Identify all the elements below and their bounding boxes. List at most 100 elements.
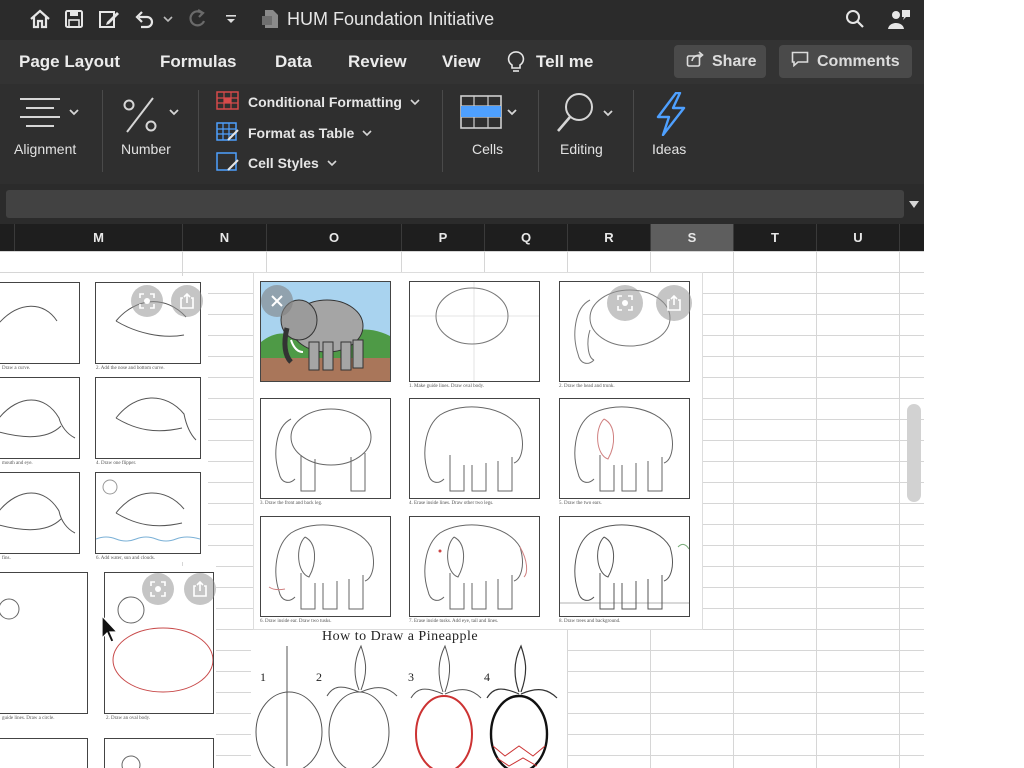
image-lens-button[interactable] [131, 285, 163, 317]
comments-button[interactable]: Comments [779, 45, 912, 78]
customize-toolbar-icon[interactable] [220, 6, 242, 32]
tab-formulas[interactable]: Formulas [160, 52, 237, 72]
elephant-caption: 5. Draw the two ears. [559, 501, 602, 506]
cell-styles-button[interactable]: Cell Styles [216, 151, 337, 174]
elephant-caption: 7. Erase inside tusks. Add eye, tail and… [409, 619, 499, 624]
column-header-o[interactable]: O [266, 224, 401, 251]
oval-caption: guide lines. Draw a circle. [2, 716, 55, 721]
dolphin-step-frame [0, 377, 80, 459]
dolphin-step-frame [0, 472, 80, 554]
pineapple-title: How to Draw a Pineapple [322, 629, 479, 644]
ribbon-divider [102, 90, 103, 172]
lightning-ideas-icon[interactable] [654, 91, 688, 141]
excel-window: HUM Foundation Initiative Page Layout Fo… [0, 0, 924, 768]
conditional-formatting-icon [216, 90, 240, 114]
percent-icon[interactable] [121, 96, 183, 139]
tell-me-search[interactable]: Tell me [536, 52, 593, 72]
column-header-m[interactable]: M [14, 224, 182, 251]
cells-icon[interactable] [460, 92, 524, 137]
save-icon[interactable] [61, 6, 87, 32]
home-icon[interactable] [27, 6, 53, 32]
chevron-down-icon [410, 99, 420, 106]
elephant-caption: 3. Draw the front and back leg. [260, 501, 323, 506]
column-header-u[interactable]: U [816, 224, 899, 251]
dolphin-caption: 6. Add water, sun and clouds. [96, 556, 155, 561]
dolphin-caption: 4. Draw one flipper. [96, 461, 137, 466]
elephant-step-frame [409, 398, 540, 499]
dolphin-caption: fins. [2, 556, 11, 561]
document-title: HUM Foundation Initiative [287, 9, 495, 29]
pineapple-step-number: 4 [484, 670, 490, 684]
tab-data[interactable]: Data [275, 52, 312, 72]
image-share-button[interactable] [656, 285, 692, 321]
share-button[interactable]: Share [674, 45, 766, 78]
ribbon-divider [198, 90, 199, 172]
app-root: HUM Foundation Initiative Page Layout Fo… [0, 0, 1024, 768]
tab-review[interactable]: Review [348, 52, 407, 72]
grid-line [733, 251, 734, 768]
column-header-partial[interactable] [899, 224, 924, 251]
tab-view[interactable]: View [442, 52, 480, 72]
elephant-step-frame [559, 398, 690, 499]
alignment-icon[interactable] [20, 96, 84, 135]
ribbon-divider [633, 90, 634, 172]
oval-step-frame [0, 738, 88, 768]
column-header-r[interactable]: R [567, 224, 650, 251]
column-header-partial[interactable] [0, 224, 14, 251]
format-as-table-icon [216, 121, 240, 145]
ribbon-divider [442, 90, 443, 172]
search-icon[interactable] [842, 6, 868, 32]
column-header-s[interactable]: S [650, 224, 733, 251]
title-bar: HUM Foundation Initiative [0, 0, 924, 40]
formula-input[interactable] [6, 190, 904, 218]
dolphin-caption: mouth and eye. [2, 461, 33, 466]
edit-document-icon[interactable] [96, 6, 122, 32]
comment-bubble-icon [791, 51, 809, 72]
undo-icon[interactable] [131, 6, 157, 32]
dolphin-step-frame [95, 377, 201, 459]
elephant-step-frame [260, 398, 391, 499]
tab-page-layout[interactable]: Page Layout [19, 52, 120, 72]
editing-label: Editing [560, 141, 603, 157]
share-person-icon[interactable] [886, 6, 912, 32]
oval-step-frame [104, 738, 214, 768]
image-lens-button[interactable] [142, 573, 174, 605]
format-as-table-button[interactable]: Format as Table [216, 121, 372, 145]
elephant-step-frame [409, 516, 540, 617]
oval-caption: 2. Draw an oval body. [106, 716, 151, 721]
pineapple-step-number: 2 [316, 670, 322, 684]
oval-tutorial-image[interactable]: guide lines. Draw a circle. 2. Draw an o… [0, 566, 216, 768]
conditional-formatting-button[interactable]: Conditional Formatting [216, 90, 420, 114]
image-close-button[interactable] [261, 285, 293, 317]
pineapple-tutorial-image[interactable]: 1 2 3 4 [251, 630, 567, 768]
number-label: Number [121, 141, 171, 157]
elephant-caption: 2. Draw the head and trunk. [559, 384, 615, 389]
magnifier-icon[interactable] [555, 91, 619, 140]
elephant-step-frame [409, 281, 540, 382]
grid-line [816, 251, 817, 768]
column-header-t[interactable]: T [733, 224, 816, 251]
dolphin-tutorial-image[interactable]: Draw a curve. 2. Add the nose and bottom… [0, 276, 208, 562]
ribbon-divider [538, 90, 539, 172]
ideas-label: Ideas [652, 141, 687, 157]
column-header-p[interactable]: P [401, 224, 484, 251]
elephant-caption: 8. Draw trees and background. [559, 619, 621, 624]
image-share-button[interactable] [184, 573, 216, 605]
image-share-button[interactable] [171, 285, 203, 317]
pineapple-steps-drawing [255, 644, 558, 768]
vertical-scrollbar-thumb[interactable] [907, 404, 921, 502]
image-lens-button[interactable] [607, 285, 643, 321]
lightbulb-icon [507, 50, 525, 79]
cells-label: Cells [472, 141, 504, 157]
elephant-caption: 4. Erase inside lines. Draw other two le… [409, 501, 494, 506]
undo-dropdown-icon[interactable] [158, 6, 178, 32]
column-header-n[interactable]: N [182, 224, 266, 251]
dolphin-step-frame [95, 472, 201, 554]
cell-styles-label: Cell Styles [248, 155, 319, 171]
elephant-step-frame [559, 516, 690, 617]
dolphin-caption: Draw a curve. [2, 366, 31, 371]
elephant-tutorial-image[interactable]: 1. Make guide lines. Draw oval body. 2. … [253, 272, 703, 630]
column-header-q[interactable]: Q [484, 224, 567, 251]
expand-formula-bar-icon[interactable] [908, 197, 920, 215]
format-as-table-label: Format as Table [248, 125, 355, 141]
